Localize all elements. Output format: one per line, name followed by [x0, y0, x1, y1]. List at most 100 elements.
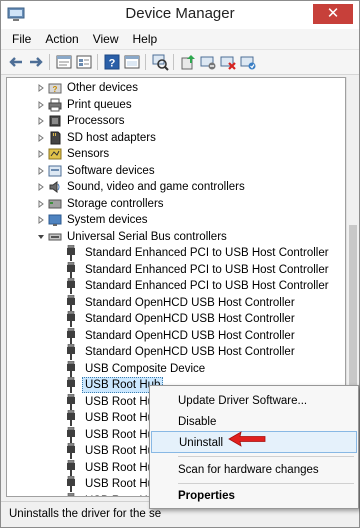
back-arrow-icon[interactable] — [7, 53, 25, 71]
svg-text:?: ? — [53, 85, 58, 94]
tree-device-label: USB Composite Device — [85, 362, 206, 375]
tree-device-label: USB Root Hu — [85, 478, 155, 490]
tree-category-label: Storage controllers — [67, 197, 164, 210]
context-properties[interactable]: Properties — [150, 485, 358, 507]
tree-device-label: USB Root Hu — [85, 445, 155, 457]
tree-category[interactable]: System devices — [37, 212, 337, 228]
show-hidden-icon[interactable] — [75, 53, 93, 71]
console-icon[interactable] — [123, 53, 141, 71]
tree-category-label: SD host adapters — [67, 131, 156, 144]
title-bar[interactable]: Device Manager ✕ — [1, 1, 359, 29]
uninstall-device-icon[interactable] — [219, 53, 237, 71]
usb-plug-icon — [67, 476, 75, 492]
usb-controller-icon — [48, 233, 62, 240]
tree-device[interactable]: Standard Enhanced PCI to USB Host Contro… — [65, 261, 345, 278]
forward-arrow-icon[interactable] — [27, 53, 45, 71]
expand-arrow-icon[interactable] — [37, 166, 45, 175]
tree-device-label: USB Root Hu — [85, 428, 155, 441]
tree-category[interactable]: Storage controllers — [37, 196, 337, 212]
menu-action[interactable]: Action — [38, 29, 85, 49]
menu-help[interactable]: Help — [126, 29, 165, 49]
svg-text:?: ? — [109, 58, 116, 70]
usb-plug-icon — [67, 443, 75, 459]
expand-arrow-icon[interactable] — [37, 84, 45, 92]
tree-device-label: USB Root Hu — [85, 461, 155, 474]
toolbar: ? — [1, 49, 359, 75]
tree-device[interactable]: Standard OpenHCD USB Host Controller — [65, 294, 345, 311]
usb-plug-icon — [67, 377, 75, 393]
context-scan-hardware[interactable]: Scan for hardware changes — [150, 459, 358, 481]
expand-arrow-icon[interactable] — [37, 216, 45, 224]
tree-device-label: USB Root Hu — [85, 493, 154, 497]
context-separator — [178, 456, 354, 457]
expand-arrow-icon[interactable] — [37, 150, 45, 158]
tree-device[interactable]: Standard OpenHCD USB Host Controller — [65, 344, 345, 360]
tree-category-label: Universal Serial Bus controllers — [67, 230, 227, 243]
expand-arrow-icon[interactable] — [37, 100, 45, 109]
tree-device-label: Standard Enhanced PCI to USB Host Contro… — [85, 247, 329, 259]
context-disable[interactable]: Disable — [150, 411, 358, 433]
tree-category-label: Other devices — [67, 82, 138, 94]
tree-device-label: Standard OpenHCD USB Host Controller — [85, 346, 295, 358]
collapse-arrow-icon[interactable] — [37, 233, 45, 241]
properties-sheet-icon[interactable] — [55, 53, 73, 71]
context-menu: Update Driver Software... Disable Uninst… — [149, 385, 359, 509]
usb-plug-icon — [67, 360, 75, 377]
device-manager-window: Device Manager ✕ File Action View Help ?… — [0, 0, 360, 528]
tree-device[interactable]: Standard OpenHCD USB Host Controller — [65, 327, 345, 344]
usb-plug-icon — [67, 344, 75, 360]
usb-plug-icon — [67, 459, 75, 476]
tree-device-label: USB Root Hu — [85, 412, 155, 424]
tree-category-label: Sound, video and game controllers — [67, 181, 245, 193]
tree-device-label: Standard OpenHCD USB Host Controller — [85, 313, 295, 325]
close-button[interactable]: ✕ — [313, 4, 353, 24]
context-separator — [178, 483, 354, 484]
red-pointer-arrow-icon — [228, 431, 266, 447]
sd-card-icon — [50, 131, 61, 144]
menu-file[interactable]: File — [5, 29, 38, 49]
status-text: Uninstalls the driver for the se — [9, 508, 162, 520]
tree-category[interactable]: ? Other devices — [37, 80, 337, 96]
tree-category[interactable]: Software devices — [37, 163, 337, 179]
update-driver-icon[interactable] — [179, 53, 197, 71]
expand-arrow-icon[interactable] — [37, 117, 45, 125]
tree-device-label: Standard Enhanced PCI to USB Host Contro… — [85, 280, 329, 292]
other-devices-icon: ? — [48, 83, 62, 94]
tree-device[interactable]: Standard Enhanced PCI to USB Host Contro… — [65, 245, 345, 261]
usb-plug-icon — [67, 294, 75, 311]
menu-view[interactable]: View — [86, 29, 126, 49]
tree-category-usb[interactable]: Universal Serial Bus controllers — [37, 229, 337, 245]
sensor-icon — [48, 148, 62, 160]
system-device-icon — [48, 214, 62, 226]
tree-category[interactable]: Sensors — [37, 146, 337, 162]
tree-category[interactable]: SD host adapters — [37, 130, 337, 146]
printer-icon — [48, 98, 62, 111]
scan-hardware-icon[interactable] — [151, 53, 169, 71]
window-title: Device Manager — [125, 5, 235, 22]
help-icon[interactable]: ? — [103, 53, 121, 71]
expand-arrow-icon[interactable] — [37, 133, 45, 142]
speaker-icon — [49, 181, 60, 193]
install-legacy-icon[interactable] — [239, 53, 257, 71]
tree-category-label: Software devices — [67, 164, 155, 177]
tree-device[interactable]: Standard Enhanced PCI to USB Host Contro… — [65, 278, 345, 294]
tree-device[interactable]: Standard OpenHCD USB Host Controller — [65, 311, 345, 327]
expand-arrow-icon[interactable] — [37, 183, 45, 191]
tree-category[interactable]: Sound, video and game controllers — [37, 179, 337, 195]
context-update-driver[interactable]: Update Driver Software... — [150, 390, 358, 412]
usb-plug-icon — [67, 327, 75, 344]
storage-controller-icon — [48, 199, 62, 208]
disable-device-icon[interactable] — [199, 53, 217, 71]
usb-plug-icon — [67, 410, 75, 426]
usb-plug-icon — [67, 492, 75, 496]
tree-device-label: Standard Enhanced PCI to USB Host Contro… — [85, 263, 329, 276]
tree-category-label: Sensors — [67, 148, 110, 160]
expand-arrow-icon[interactable] — [37, 199, 45, 208]
tree-category[interactable]: Print queues — [37, 97, 337, 113]
tree-category-label: System devices — [67, 214, 148, 226]
usb-plug-icon — [67, 245, 75, 261]
tree-category[interactable]: Processors — [37, 113, 337, 129]
software-device-icon — [48, 165, 62, 176]
tree-device[interactable]: USB Composite Device — [65, 360, 345, 377]
usb-plug-icon — [67, 311, 75, 327]
